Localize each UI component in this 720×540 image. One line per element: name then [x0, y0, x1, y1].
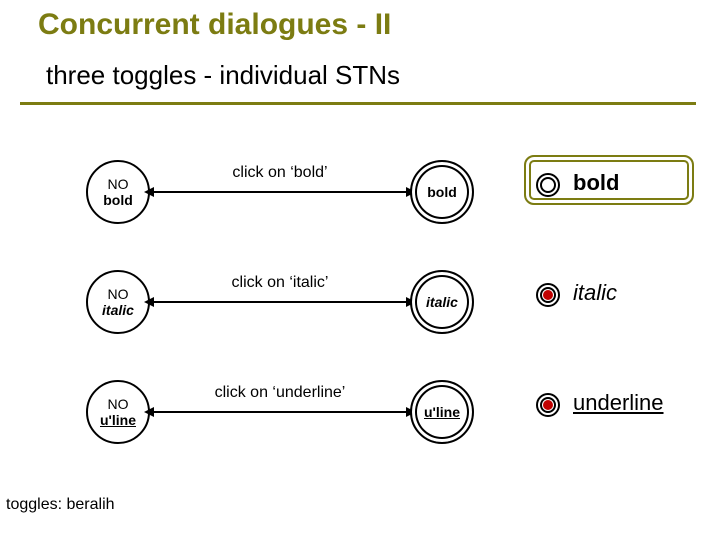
- transition-arrow: [150, 191, 410, 193]
- slide-subtitle: three toggles - individual STNs: [46, 60, 400, 91]
- state-bold: bold: [410, 160, 474, 224]
- state-label-no: NO: [88, 176, 148, 192]
- radio-bold[interactable]: [536, 173, 560, 197]
- stn-row-bold: NO bold click on ‘bold’ bold bold: [0, 140, 720, 250]
- radio-dot-icon: [543, 400, 553, 410]
- state-no-bold: NO bold: [86, 160, 150, 224]
- state-label-no: NO: [88, 396, 148, 412]
- option-label-italic: italic: [573, 280, 617, 306]
- transition-arrow: [150, 301, 410, 303]
- stn-row-italic: NO italic click on ‘italic’ italic itali…: [0, 250, 720, 360]
- stn-row-underline: NO u'line click on ‘underline’ u'line un…: [0, 360, 720, 470]
- transition-label: click on ‘underline’: [150, 384, 410, 402]
- state-italic: italic: [410, 270, 474, 334]
- state-label-underline: u'line: [88, 412, 148, 428]
- state-no-underline: NO u'line: [86, 380, 150, 444]
- radio-dot-icon: [543, 290, 553, 300]
- option-label-underline: underline: [573, 390, 664, 416]
- state-label-no: NO: [88, 286, 148, 302]
- arrow-left-icon: [144, 407, 154, 417]
- state-label: italic: [412, 294, 472, 310]
- footnote: toggles: beralih: [6, 496, 115, 514]
- radio-italic[interactable]: [536, 283, 560, 307]
- state-label: u'line: [412, 404, 472, 420]
- state-label: bold: [412, 184, 472, 200]
- state-label-italic: italic: [88, 302, 148, 318]
- title-rule: [20, 102, 696, 105]
- transition-arrow: [150, 411, 410, 413]
- radio-ring-icon: [540, 177, 556, 193]
- state-label-bold: bold: [88, 192, 148, 208]
- option-label-bold: bold: [573, 170, 619, 196]
- arrow-left-icon: [144, 187, 154, 197]
- transition-label: click on ‘bold’: [150, 164, 410, 182]
- radio-underline[interactable]: [536, 393, 560, 417]
- slide-title: Concurrent dialogues - II: [38, 8, 391, 42]
- state-no-italic: NO italic: [86, 270, 150, 334]
- transition-label: click on ‘italic’: [150, 274, 410, 292]
- state-underline: u'line: [410, 380, 474, 444]
- arrow-left-icon: [144, 297, 154, 307]
